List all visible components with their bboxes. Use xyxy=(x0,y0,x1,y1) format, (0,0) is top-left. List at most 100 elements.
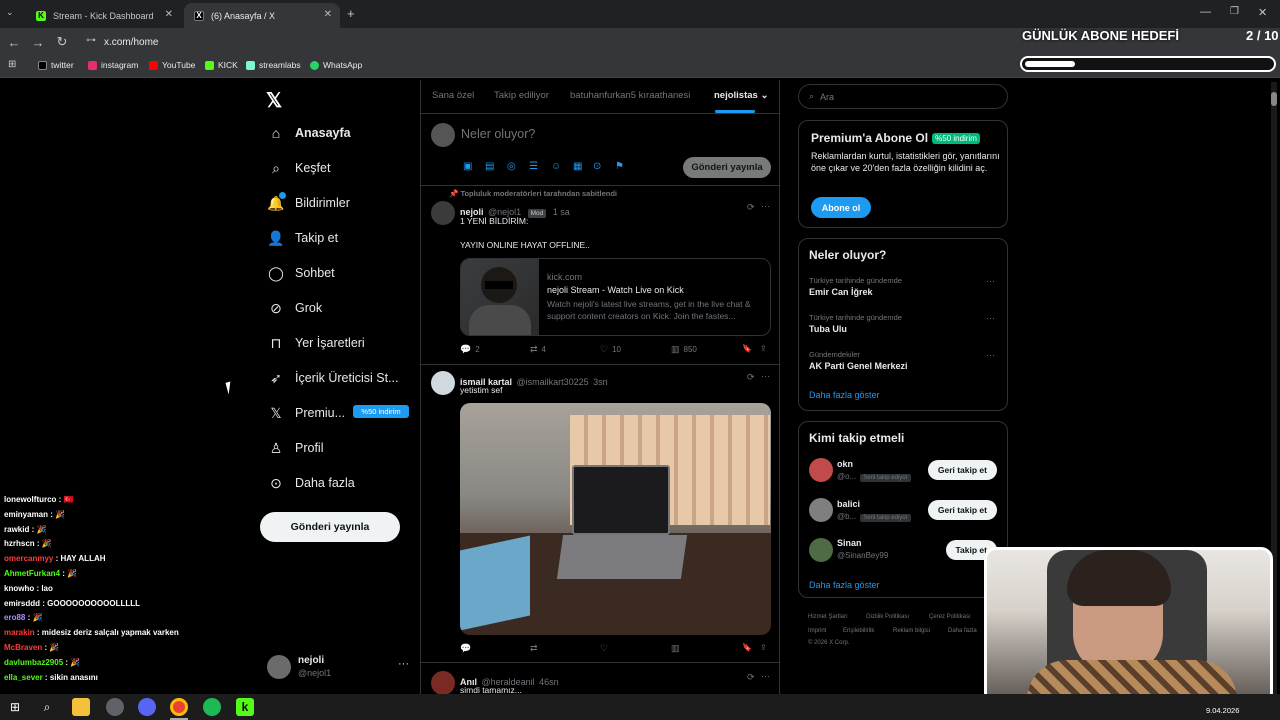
bookmark-kick[interactable]: KICK xyxy=(205,60,238,70)
compose-post-button[interactable]: Gönderi yayınla xyxy=(683,157,771,178)
follow-back-button[interactable]: Geri takip et xyxy=(927,500,997,520)
sidebar-item-5[interactable]: ⊘ Grok xyxy=(266,295,322,321)
chat-username[interactable]: omercanmyy xyxy=(4,554,53,563)
grok-icon[interactable]: ⟳ xyxy=(747,202,755,213)
close-icon[interactable]: ✕ xyxy=(324,9,332,20)
grok-icon[interactable]: ◎ xyxy=(507,161,516,172)
follow-name[interactable]: Sinan xyxy=(837,538,862,548)
footer-link[interactable]: Reklam bilgisi xyxy=(893,628,930,634)
new-tab-icon[interactable]: + xyxy=(347,6,355,21)
show-more-link[interactable]: Daha fazla göster xyxy=(809,580,880,590)
chat-username[interactable]: rawkid xyxy=(4,525,29,534)
more-icon[interactable]: ··· xyxy=(761,371,770,381)
chat-username[interactable]: lonewolfturco xyxy=(4,495,56,504)
sidebar-item-1[interactable]: ⌕ Keşfet xyxy=(266,155,330,181)
minimize-icon[interactable]: — xyxy=(1200,6,1211,18)
schedule-icon[interactable]: ▦ xyxy=(573,161,582,172)
gif-icon[interactable]: ▤ xyxy=(485,161,494,172)
bookmark-streamlabs[interactable]: streamlabs xyxy=(246,60,301,70)
more-icon[interactable]: ··· xyxy=(761,201,770,211)
avatar[interactable] xyxy=(431,371,455,395)
apps-grid-icon[interactable]: ⊞ xyxy=(8,59,16,70)
flag-icon[interactable]: ⚑ xyxy=(615,161,624,172)
like-button[interactable]: ♡ 10 xyxy=(600,344,621,355)
chat-username[interactable]: hzrhscn xyxy=(4,539,35,548)
like-button[interactable]: ♡ xyxy=(600,643,612,654)
poll-icon[interactable]: ☰ xyxy=(529,161,538,172)
tab-nejolistas[interactable]: nejolistas ⌄ xyxy=(714,90,768,101)
location-icon[interactable]: ⊙ xyxy=(593,161,601,172)
chat-username[interactable]: eminyaman xyxy=(4,510,48,519)
obs-icon[interactable] xyxy=(106,698,124,716)
trend-name[interactable]: AK Parti Genel Merkezi xyxy=(809,361,908,371)
avatar[interactable] xyxy=(809,458,833,482)
show-more-link[interactable]: Daha fazla göster xyxy=(809,390,880,400)
forward-icon[interactable]: → xyxy=(30,34,46,50)
footer-link[interactable]: Çerez Politikası xyxy=(929,614,971,620)
trend-name[interactable]: Tuba Ulu xyxy=(809,324,847,334)
chrome-icon[interactable] xyxy=(170,698,188,716)
x-logo-icon[interactable]: 𝕏 xyxy=(266,88,282,113)
reply-button[interactable]: 💬 2 xyxy=(460,344,480,355)
restore-icon[interactable]: ❐ xyxy=(1230,6,1239,17)
footer-link[interactable]: Erişilebilirlik xyxy=(843,628,874,634)
avatar[interactable] xyxy=(431,671,455,695)
kick-icon[interactable]: k xyxy=(236,698,254,716)
spotify-icon[interactable] xyxy=(203,698,221,716)
search-input[interactable]: ⌕ Ara xyxy=(798,84,1008,109)
chat-username[interactable]: marakin xyxy=(4,628,35,637)
post-time[interactable]: 1 sa xyxy=(553,207,570,217)
tab-kick-dashboard[interactable]: K Stream - Kick Dashboard ✕ xyxy=(26,3,181,28)
avatar[interactable] xyxy=(809,538,833,562)
site-info-icon[interactable]: ⊶ xyxy=(86,35,96,46)
post-time[interactable]: 46sn xyxy=(539,677,559,687)
tab-following[interactable]: Takip ediliyor xyxy=(494,90,549,101)
tab-for-you[interactable]: Sana özel xyxy=(432,90,474,101)
sidebar-item-4[interactable]: ◯ Sohbet xyxy=(266,260,334,286)
url-field[interactable]: ⊶ x.com/home xyxy=(80,31,1010,53)
avatar[interactable] xyxy=(431,201,455,225)
search-icon[interactable]: ⌕ xyxy=(38,698,56,716)
link-card[interactable]: kick.com nejoli Stream - Watch Live on K… xyxy=(460,258,771,336)
reload-icon[interactable]: ↻ xyxy=(54,34,70,50)
footer-link[interactable]: Daha fazla xyxy=(948,628,977,634)
more-icon[interactable]: ··· xyxy=(398,658,409,670)
sidebar-item-10[interactable]: ⊙ Daha fazla xyxy=(266,470,355,496)
window-close-icon[interactable]: ✕ xyxy=(1258,6,1267,19)
sidebar-item-0[interactable]: ⌂ Anasayfa xyxy=(266,120,351,146)
post-time[interactable]: 3sn xyxy=(593,377,608,387)
file-explorer-icon[interactable] xyxy=(72,698,90,716)
chat-username[interactable]: McBraven xyxy=(4,643,42,652)
bookmark-icon[interactable]: 🔖 xyxy=(742,344,752,353)
avatar[interactable] xyxy=(809,498,833,522)
views-button[interactable]: ▥ xyxy=(671,643,684,654)
tab-x-home[interactable]: X (6) Anasayfa / X ✕ xyxy=(184,3,340,28)
footer-link[interactable]: Gizlilik Politikası xyxy=(866,614,909,620)
bookmark-twitter[interactable]: twitter xyxy=(38,60,74,70)
subscribe-button[interactable]: Abone ol xyxy=(811,197,871,218)
post-button[interactable]: Gönderi yayınla xyxy=(260,512,400,542)
grok-icon[interactable]: ⟳ xyxy=(747,672,755,683)
footer-link[interactable]: Hizmet Şartları xyxy=(808,614,848,620)
trend-name[interactable]: Emir Can İğrek xyxy=(809,287,873,297)
tab-search-icon[interactable]: ⌄ xyxy=(6,7,20,21)
more-icon[interactable]: ··· xyxy=(986,313,995,323)
chat-username[interactable]: davlumbaz2905 xyxy=(4,658,63,667)
back-icon[interactable]: ← xyxy=(6,34,22,50)
share-icon[interactable]: ⇪ xyxy=(760,643,767,652)
reply-button[interactable]: 💬 xyxy=(460,643,475,654)
follow-back-button[interactable]: Geri takip et xyxy=(927,460,997,480)
tab-community-batuhan[interactable]: batuhanfurkan5 kıraathanesi xyxy=(570,90,690,101)
share-icon[interactable]: ⇪ xyxy=(760,344,767,353)
close-icon[interactable]: ✕ xyxy=(165,9,173,20)
post-image[interactable] xyxy=(460,403,771,635)
bookmark-instagram[interactable]: instagram xyxy=(88,60,138,70)
follow-name[interactable]: okn xyxy=(837,459,853,469)
chat-username[interactable]: AhmetFurkan4 xyxy=(4,569,60,578)
chat-username[interactable]: emirsddd xyxy=(4,599,40,608)
chat-username[interactable]: ero88 xyxy=(4,613,25,622)
bookmark-youtube[interactable]: YouTube xyxy=(149,60,195,70)
footer-link[interactable]: Imprint xyxy=(808,628,826,634)
windows-start-icon[interactable]: ⊞ xyxy=(6,698,24,716)
sidebar-item-7[interactable]: ➶ İçerik Üreticisi St... xyxy=(266,365,398,391)
